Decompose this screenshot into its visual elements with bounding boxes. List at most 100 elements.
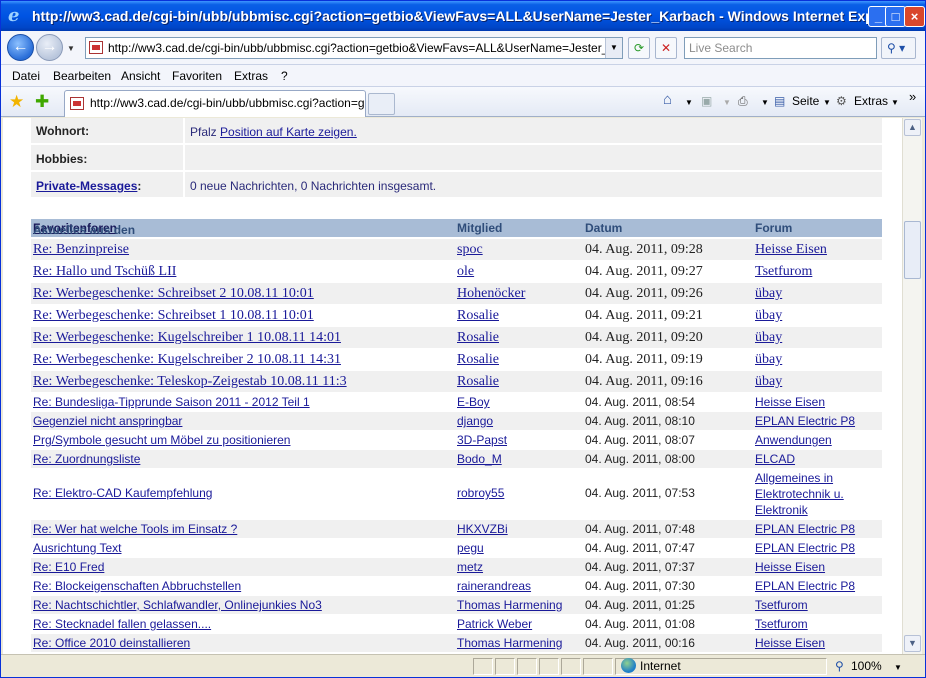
topic-link[interactable]: Re: Werbegeschenke: Teleskop-Zeigestab 1… bbox=[33, 374, 347, 390]
print-icon[interactable]: ⎙ bbox=[738, 94, 748, 109]
zoom-dropdown-icon[interactable]: ▼ bbox=[894, 663, 902, 672]
search-input[interactable]: Live Search bbox=[684, 37, 877, 59]
forum-link[interactable]: Heisse Eisen bbox=[755, 395, 825, 409]
feeds-icon[interactable]: ▣ bbox=[701, 94, 712, 108]
forum-link[interactable]: EPLAN Electric P8 bbox=[755, 414, 855, 428]
menu-datei[interactable]: Datei bbox=[12, 69, 40, 83]
home-icon[interactable]: ⌂ bbox=[663, 91, 672, 108]
topic-link[interactable]: Re: Benzinpreise bbox=[33, 242, 129, 258]
address-dropdown-icon[interactable]: ▼ bbox=[605, 38, 622, 58]
forum-link[interactable]: übay bbox=[755, 308, 782, 324]
forum-link[interactable]: Heisse Eisen bbox=[755, 560, 825, 574]
topic-link[interactable]: Re: Elektro-CAD Kaufempfehlung bbox=[33, 486, 212, 500]
tab-current[interactable]: http://ww3.cad.de/cgi-bin/ubb/ubbmisc.cg… bbox=[64, 90, 366, 117]
forum-link[interactable]: EPLAN Electric P8 bbox=[755, 522, 855, 536]
topic-link[interactable]: Prg/Symbole gesucht um Möbel zu position… bbox=[33, 433, 290, 447]
member-link[interactable]: 3D-Papst bbox=[457, 433, 507, 447]
menu-help[interactable]: ? bbox=[281, 69, 288, 83]
member-link[interactable]: HKXVZBi bbox=[457, 522, 508, 536]
member-link[interactable]: Rosalie bbox=[457, 374, 499, 390]
forum-link[interactable]: Allgemeines in bbox=[755, 470, 833, 486]
add-favorite-icon[interactable]: ✚ bbox=[35, 92, 49, 112]
forward-button[interactable]: → bbox=[36, 34, 63, 61]
forum-link[interactable]: übay bbox=[755, 286, 782, 302]
maximize-button[interactable]: □ bbox=[885, 6, 906, 27]
vertical-scrollbar[interactable]: ▲ ▼ bbox=[902, 118, 922, 654]
topic-link[interactable]: Re: Werbegeschenke: Schreibset 1 10.08.1… bbox=[33, 308, 314, 324]
menu-extras[interactable]: Extras bbox=[234, 69, 268, 83]
topic-link[interactable]: Re: Stecknadel fallen gelassen.... bbox=[33, 617, 211, 631]
member-link[interactable]: django bbox=[457, 414, 493, 428]
forum-link[interactable]: Anwendungen bbox=[755, 433, 832, 447]
scroll-thumb[interactable] bbox=[904, 221, 921, 279]
new-tab-button[interactable] bbox=[368, 93, 395, 115]
stop-button[interactable]: ✕ bbox=[655, 37, 677, 59]
member-link[interactable]: Rosalie bbox=[457, 308, 499, 324]
member-link[interactable]: Rosalie bbox=[457, 330, 499, 346]
map-position-link[interactable]: Position auf Karte zeigen. bbox=[220, 125, 357, 139]
topic-link[interactable]: Re: Werbegeschenke: Schreibset 2 10.08.1… bbox=[33, 286, 314, 302]
member-link[interactable]: ole bbox=[457, 264, 474, 280]
member-link[interactable]: E-Boy bbox=[457, 395, 490, 409]
topic-link[interactable]: Re: Zuordnungsliste bbox=[33, 452, 140, 466]
close-button[interactable]: × bbox=[904, 6, 925, 27]
print-dropdown-icon[interactable]: ▼ bbox=[761, 98, 769, 107]
member-link[interactable]: metz bbox=[457, 560, 483, 574]
topic-link[interactable]: Re: Hallo und Tschüß LII bbox=[33, 264, 176, 280]
topic-link[interactable]: Ausrichtung Text bbox=[33, 541, 122, 555]
topic-link[interactable]: Re: Wer hat welche Tools im Einsatz ? bbox=[33, 522, 237, 536]
menu-favoriten[interactable]: Favoriten bbox=[172, 69, 222, 83]
forum-link[interactable]: Elektronik bbox=[755, 502, 808, 518]
refresh-button[interactable]: ⟳ bbox=[628, 37, 650, 59]
forum-link[interactable]: Tsetfurom bbox=[755, 617, 808, 631]
menu-ansicht[interactable]: Ansicht bbox=[121, 69, 160, 83]
topic-link[interactable]: Gegenziel nicht anspringbar bbox=[33, 414, 182, 428]
member-link[interactable]: Patrick Weber bbox=[457, 617, 532, 631]
scroll-up-icon[interactable]: ▲ bbox=[904, 119, 921, 136]
topic-link[interactable]: Re: E10 Fred bbox=[33, 560, 104, 574]
forum-link[interactable]: ELCAD bbox=[755, 452, 795, 466]
forum-link[interactable]: Heisse Eisen bbox=[755, 636, 825, 650]
member-link[interactable]: rainerandreas bbox=[457, 579, 531, 593]
scroll-down-icon[interactable]: ▼ bbox=[904, 635, 921, 652]
topic-link[interactable]: Re: Bundesliga-Tipprunde Saison 2011 - 2… bbox=[33, 395, 310, 409]
back-button[interactable]: ← bbox=[7, 34, 34, 61]
private-messages-link[interactable]: Private-Messages bbox=[36, 179, 137, 193]
member-link[interactable]: Hohenöcker bbox=[457, 286, 525, 302]
tools-dropdown-icon[interactable]: ▼ bbox=[891, 98, 899, 107]
chevron-more-icon[interactable]: » bbox=[909, 89, 916, 104]
forum-link[interactable]: EPLAN Electric P8 bbox=[755, 541, 855, 555]
topic-link[interactable]: Re: Nachtschichtler, Schlafwandler, Onli… bbox=[33, 598, 322, 612]
forum-link[interactable]: übay bbox=[755, 352, 782, 368]
member-link[interactable]: robroy55 bbox=[457, 486, 504, 500]
forum-link[interactable]: Tsetfurom bbox=[755, 598, 808, 612]
feeds-dropdown-icon[interactable]: ▼ bbox=[723, 98, 731, 107]
member-link[interactable]: spoc bbox=[457, 242, 483, 258]
home-dropdown-icon[interactable]: ▼ bbox=[685, 98, 693, 107]
page-dropdown-icon[interactable]: ▼ bbox=[823, 98, 831, 107]
topic-link[interactable]: Re: Office 2010 deinstallieren bbox=[33, 636, 190, 650]
page-menu-icon[interactable]: ▤ bbox=[774, 94, 785, 108]
member-link[interactable]: Rosalie bbox=[457, 352, 499, 368]
tools-gear-icon[interactable]: ⚙ bbox=[836, 94, 847, 108]
forum-link[interactable]: übay bbox=[755, 330, 782, 346]
favorites-center-icon[interactable]: ★ bbox=[9, 92, 24, 112]
member-link[interactable]: Thomas Harmening bbox=[457, 598, 562, 612]
forum-link[interactable]: EPLAN Electric P8 bbox=[755, 579, 855, 593]
topic-link[interactable]: Re: Werbegeschenke: Kugelschreiber 2 10.… bbox=[33, 352, 341, 368]
forum-link[interactable]: Elektrotechnik u. bbox=[755, 486, 844, 502]
forum-link[interactable]: Tsetfurom bbox=[755, 264, 812, 280]
topic-link[interactable]: Re: Blockeigenschaften Abbruchstellen bbox=[33, 579, 241, 593]
zoom-level[interactable]: 100% bbox=[851, 659, 882, 673]
member-link[interactable]: pegu bbox=[457, 541, 484, 555]
forum-link[interactable]: übay bbox=[755, 374, 782, 390]
member-link[interactable]: Thomas Harmening bbox=[457, 636, 562, 650]
forum-link[interactable]: Heisse Eisen bbox=[755, 242, 827, 258]
tools-menu[interactable]: Extras bbox=[854, 94, 888, 108]
page-menu[interactable]: Seite bbox=[792, 94, 819, 108]
member-link[interactable]: Bodo_M bbox=[457, 452, 502, 466]
search-button[interactable]: ⚲ ▾ bbox=[881, 37, 916, 59]
menu-bearbeiten[interactable]: Bearbeiten bbox=[53, 69, 111, 83]
address-input[interactable]: http://ww3.cad.de/cgi-bin/ubb/ubbmisc.cg… bbox=[85, 37, 623, 59]
topic-link[interactable]: Re: Werbegeschenke: Kugelschreiber 1 10.… bbox=[33, 330, 341, 346]
